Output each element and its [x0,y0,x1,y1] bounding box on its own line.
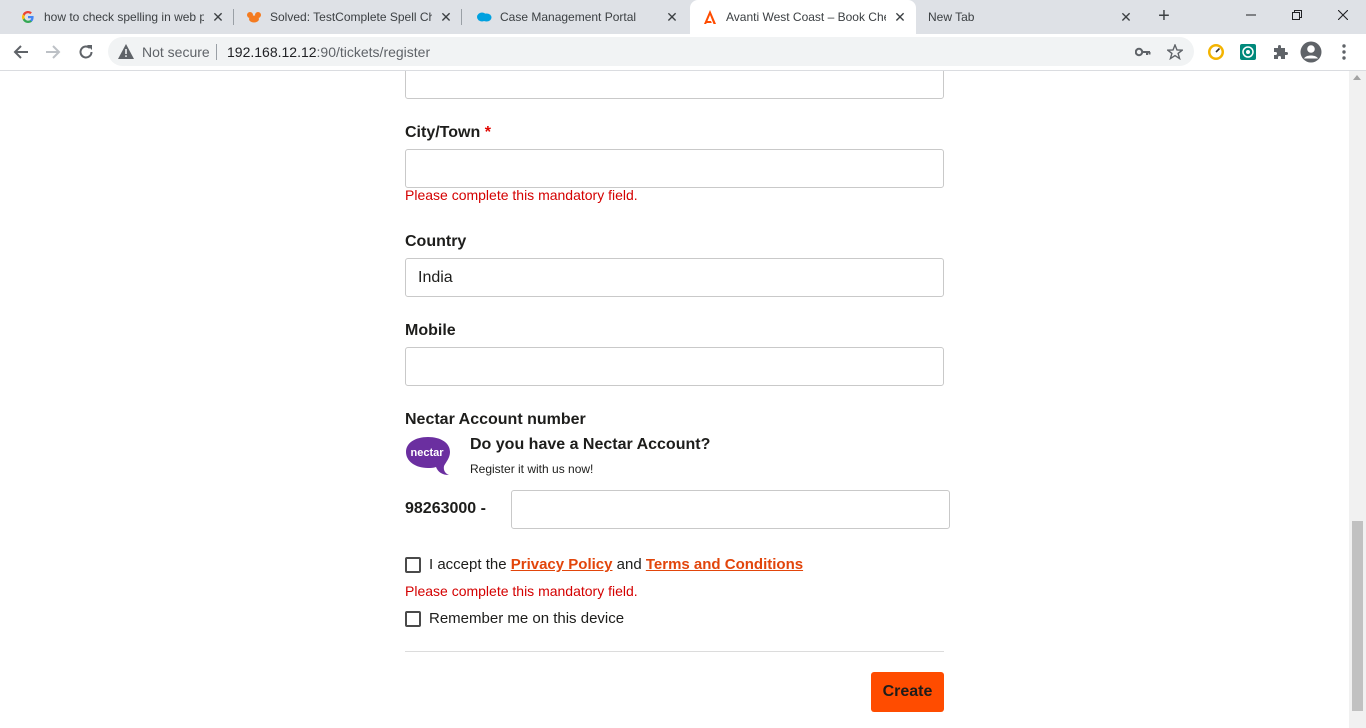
profile-avatar-icon[interactable] [1300,41,1322,63]
create-button[interactable]: Create [871,672,944,712]
mobile-label: Mobile [405,322,456,339]
close-icon[interactable]: ✕ [210,9,226,25]
browser-toolbar: Not secure 192.168.12.12:90/tickets/regi… [0,34,1366,71]
nectar-logo-text: nectar [410,447,444,459]
google-g-icon [20,9,36,25]
forward-button[interactable] [39,38,67,66]
speedometer-extension-icon[interactable] [1205,41,1227,63]
city-input[interactable] [405,149,944,188]
arrow-left-icon [13,45,28,59]
scrollbar-thumb[interactable] [1352,521,1363,711]
city-error-message: Please complete this mandatory field. [405,187,638,203]
mobile-input[interactable] [405,347,944,386]
close-icon[interactable]: ✕ [664,9,680,25]
tab-title: Case Management Portal [500,10,637,24]
required-asterisk: * [484,124,491,141]
reload-button[interactable] [72,38,100,66]
restore-button[interactable] [1274,0,1320,30]
avanti-icon [702,9,718,25]
page-scrollbar[interactable] [1349,71,1366,728]
tab-separator [461,9,462,25]
tab-title: how to check spelling in web page [44,10,204,24]
form-divider [405,651,944,652]
nectar-section-label: Nectar Account number [405,411,586,428]
warning-triangle-icon[interactable] [118,44,134,64]
back-button[interactable] [7,38,35,66]
tab-title: New Tab [928,10,975,24]
nectar-prefix: 98263000 - [405,500,486,517]
tab-new-tab[interactable]: New Tab ✕ [918,0,1142,34]
url-text[interactable]: 192.168.12.12:90/tickets/register [227,44,430,60]
page-viewport: City/Town * Please complete this mandato… [0,71,1349,728]
nectar-logo: nectar [405,436,451,476]
country-select[interactable]: India [405,258,944,297]
tab-separator [233,9,234,25]
nectar-number-input[interactable] [511,490,950,529]
tab-testcomplete[interactable]: Solved: TestComplete Spell Check ✕ [238,0,462,34]
tab-case-management[interactable]: Case Management Portal ✕ [464,0,688,34]
accept-error-message: Please complete this mandatory field. [405,583,638,599]
arrow-right-icon [46,45,61,59]
close-icon[interactable]: ✕ [1118,9,1134,25]
accept-terms-label: I accept the Privacy Policy and Terms an… [429,556,803,573]
country-label: Country [405,233,467,250]
teal-extension-icon[interactable] [1237,41,1259,63]
kebab-menu-icon[interactable] [1333,41,1355,63]
minimize-button[interactable] [1228,0,1274,30]
close-icon[interactable]: ✕ [892,9,908,25]
restore-icon [1292,10,1302,20]
and-text: and [616,556,642,573]
scroll-up-arrow-icon[interactable] [1353,75,1361,80]
url-path: :90/tickets/register [316,44,431,60]
key-icon[interactable] [1134,43,1152,61]
reload-icon [79,45,93,59]
url-host: 192.168.12.12 [227,44,317,60]
accept-terms-checkbox[interactable] [405,557,421,573]
nectar-subtitle: Register it with us now! [470,462,594,476]
security-status-label[interactable]: Not secure [142,44,210,60]
bookmark-star-icon[interactable] [1166,43,1184,61]
tab-avanti[interactable]: Avanti West Coast – Book Cheap Trains ✕ [690,0,916,34]
tab-title: Avanti West Coast – Book Cheap Trains [726,10,886,24]
remember-me-label: Remember me on this device [429,610,625,627]
nectar-title: Do you have a Nectar Account? [470,436,711,453]
close-icon[interactable]: ✕ [438,9,454,25]
city-label-text: City/Town [405,124,481,141]
privacy-policy-link[interactable]: Privacy Policy [511,556,613,573]
tab-title: Solved: TestComplete Spell Check [270,10,432,24]
omnibox-divider [216,44,217,60]
city-label: City/Town * [405,124,491,142]
smartbear-icon [246,9,262,25]
new-tab-button[interactable]: + [1152,5,1176,29]
remember-me-checkbox[interactable] [405,611,421,627]
terms-conditions-link[interactable]: Terms and Conditions [646,556,803,573]
previous-field-input[interactable] [405,71,944,99]
address-bar[interactable]: Not secure 192.168.12.12:90/tickets/regi… [108,37,1194,66]
tab-strip: how to check spelling in web page ✕ Solv… [0,0,1366,34]
tab-google-search[interactable]: how to check spelling in web page ✕ [12,0,234,34]
extensions-puzzle-icon[interactable] [1269,41,1291,63]
close-icon [1338,10,1348,20]
minimize-icon [1246,14,1256,16]
accept-prefix-text: I accept the [429,556,507,573]
salesforce-cloud-icon [476,9,492,25]
close-window-button[interactable] [1320,0,1366,30]
